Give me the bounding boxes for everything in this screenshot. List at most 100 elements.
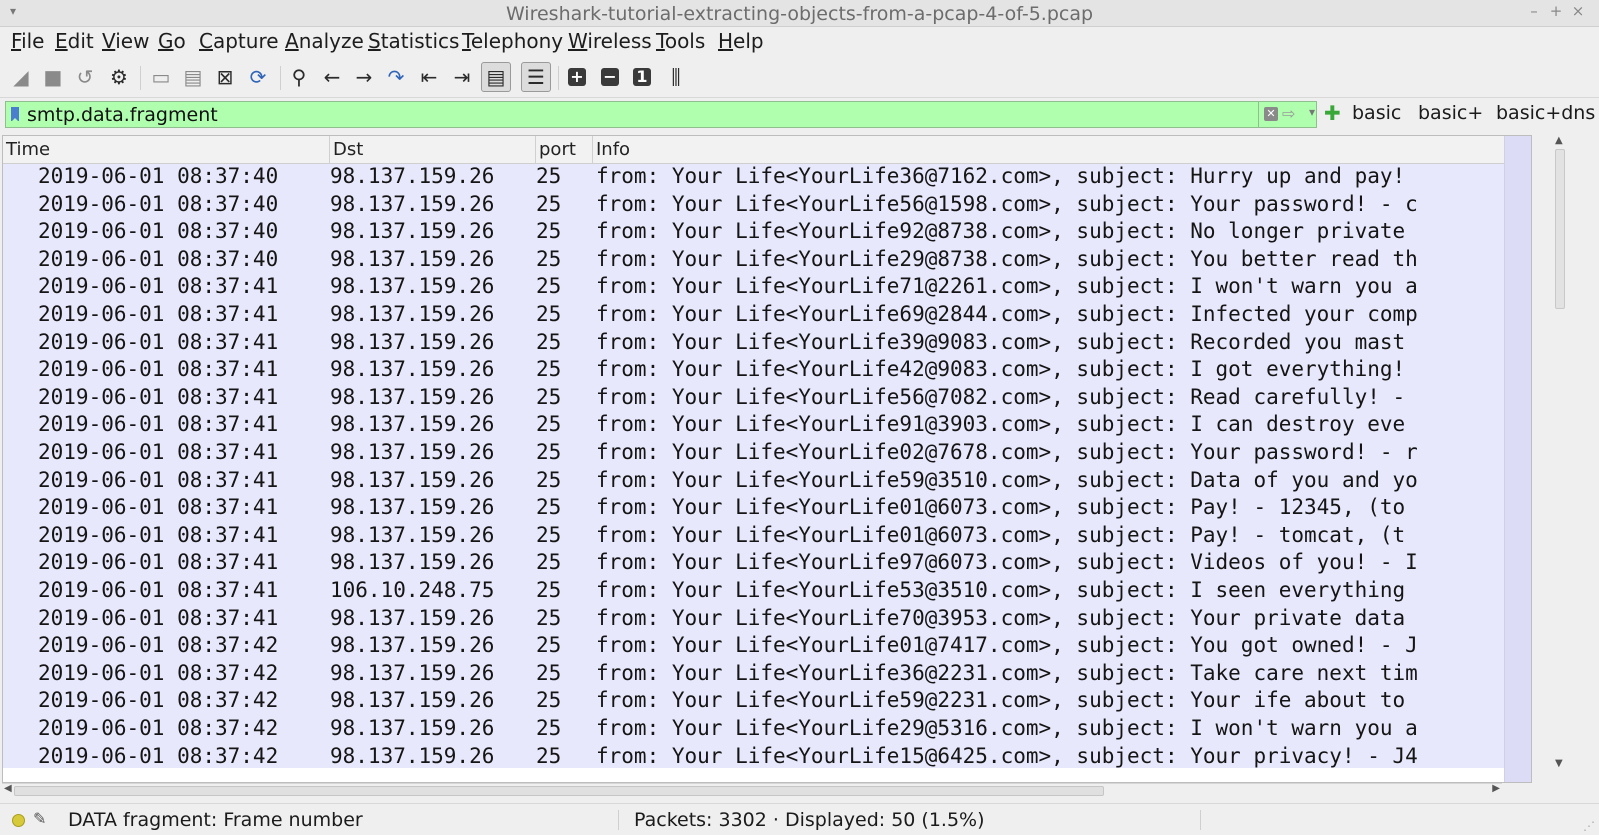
normal-size-icon[interactable]: 1 <box>627 62 657 92</box>
table-row[interactable]: 2019-06-01 08:37:40 98.137.159.26 25 from: … <box>3 190 1531 219</box>
auto-scroll-icon[interactable]: ▤ <box>481 62 511 92</box>
menu-statistics[interactable]: Statistics <box>368 29 459 53</box>
table-row[interactable]: 2019-06-01 08:37:41 98.137.159.26 25 from: … <box>3 549 1531 577</box>
go-back-icon[interactable]: ← <box>317 62 347 92</box>
table-row[interactable]: 2019-06-01 08:37:42 98.137.159.26 25 from: … <box>3 659 1531 688</box>
scroll-right-icon[interactable]: ▶ <box>1492 783 1500 794</box>
cell-dst: 98.137.159.26 <box>330 191 495 216</box>
resize-grip-icon[interactable]: ⋰ <box>1583 819 1595 833</box>
scroll-left-icon[interactable]: ◀ <box>4 783 12 794</box>
stop-capture-icon[interactable]: ■ <box>38 62 68 92</box>
vertical-scroll-thumb[interactable] <box>1555 149 1565 309</box>
close-file-icon[interactable]: ⊠ <box>210 62 240 92</box>
bookmark-icon[interactable] <box>11 107 19 122</box>
cell-dst: 98.137.159.26 <box>330 467 495 492</box>
menu-wireless[interactable]: Wireless <box>568 29 652 53</box>
table-row[interactable]: 2019-06-01 08:37:41 98.137.159.26 25 from: … <box>3 328 1531 357</box>
table-row[interactable]: 2019-06-01 08:37:42 98.137.159.26 25 from: … <box>3 715 1531 743</box>
menu-view[interactable]: View <box>102 29 149 53</box>
cell-info: from: Your Life<YourLife97@6073.com>, su… <box>596 550 1418 575</box>
first-packet-icon[interactable]: ⇤ <box>414 62 444 92</box>
cell-dst: 98.137.159.26 <box>330 384 495 409</box>
menu-help[interactable]: Help <box>718 29 764 53</box>
column-header-dst[interactable]: Dst <box>330 136 536 164</box>
table-row[interactable]: 2019-06-01 08:37:41 98.137.159.26 25 from: … <box>3 466 1531 495</box>
table-row[interactable]: 2019-06-01 08:37:41 98.137.159.26 25 from: … <box>3 604 1531 633</box>
cell-port: 25 <box>536 605 562 630</box>
filter-button-basic-plus[interactable]: basic+ <box>1418 102 1483 124</box>
cell-port: 25 <box>536 578 562 602</box>
expert-info-led-icon[interactable] <box>12 814 25 827</box>
cell-port: 25 <box>536 412 562 437</box>
menu-telephony[interactable]: Telephony <box>462 29 563 53</box>
cell-info: from: Your Life<YourLife69@2844.com>, su… <box>596 302 1418 326</box>
close-icon[interactable]: × <box>1567 2 1589 20</box>
clear-filter-icon[interactable]: ✕ <box>1264 107 1278 121</box>
cell-time: 2019-06-01 08:37:42 <box>38 660 279 685</box>
menu-file[interactable]: File <box>11 29 44 53</box>
restart-capture-icon[interactable]: ↺ <box>70 62 100 92</box>
scroll-down-icon[interactable]: ▼ <box>1555 758 1563 769</box>
colorize-icon[interactable]: ☰ <box>521 62 551 92</box>
cell-port: 25 <box>536 219 562 244</box>
horizontal-scroll-thumb[interactable] <box>14 786 1104 796</box>
display-filter-input[interactable] <box>27 102 1257 127</box>
cell-time: 2019-06-01 08:37:41 <box>38 302 279 326</box>
scroll-up-icon[interactable]: ▲ <box>1555 135 1563 146</box>
table-row[interactable]: 2019-06-01 08:37:40 98.137.159.26 25 from: … <box>3 245 1531 274</box>
menu-tools[interactable]: Tools <box>656 29 705 53</box>
table-row[interactable]: 2019-06-01 08:37:42 98.137.159.26 25 from: … <box>3 687 1531 715</box>
filter-button-basic-plus-dns[interactable]: basic+dns <box>1496 102 1595 124</box>
column-header-time[interactable]: Time <box>3 136 330 164</box>
reload-file-icon[interactable]: ⟳ <box>243 62 273 92</box>
menu-analyze[interactable]: Analyze <box>285 29 364 53</box>
filter-history-chevron-icon[interactable]: ▾ <box>1309 105 1315 119</box>
window-controls: – + × <box>1523 2 1589 20</box>
apply-filter-icon[interactable]: ⇨ <box>1282 105 1308 123</box>
horizontal-scrollbar[interactable]: ◀ ▶ <box>2 783 1502 797</box>
add-filter-button-icon[interactable]: ✚ <box>1324 101 1341 125</box>
go-to-packet-icon[interactable]: ↷ <box>381 62 411 92</box>
cell-port: 25 <box>536 633 562 658</box>
table-row[interactable]: 2019-06-01 08:37:41 98.137.159.26 25 from: … <box>3 411 1531 439</box>
last-packet-icon[interactable]: ⇥ <box>447 62 477 92</box>
filter-button-basic[interactable]: basic <box>1352 102 1401 124</box>
find-packet-icon[interactable]: ⚲ <box>284 62 314 92</box>
capture-comment-icon[interactable]: ✎ <box>33 809 46 828</box>
maximize-icon[interactable]: + <box>1545 2 1567 20</box>
zoom-in-icon[interactable]: + <box>562 62 592 92</box>
table-row[interactable]: 2019-06-01 08:37:41 98.137.159.26 25 from: … <box>3 494 1531 522</box>
table-row[interactable]: 2019-06-01 08:37:41 106.10.248.75 25 from: … <box>3 577 1531 605</box>
resize-columns-icon[interactable]: ⫼ <box>661 62 691 92</box>
zoom-out-icon[interactable]: − <box>595 62 625 92</box>
menu-capture[interactable]: Capture <box>199 29 279 53</box>
cell-port: 25 <box>536 246 562 271</box>
table-row[interactable]: 2019-06-01 08:37:41 98.137.159.26 25 from: … <box>3 273 1531 301</box>
column-header-info[interactable]: Info <box>593 136 1504 164</box>
vertical-scrollbar[interactable]: ▲ ▼ <box>1553 135 1567 769</box>
table-row[interactable]: 2019-06-01 08:37:40 98.137.159.26 25 from: … <box>3 164 1531 191</box>
packet-list-minimap[interactable] <box>1504 136 1531 782</box>
menu-go[interactable]: Go <box>158 29 186 53</box>
capture-options-icon[interactable]: ⚙ <box>104 62 134 92</box>
table-row[interactable]: 2019-06-01 08:37:42 98.137.159.26 25 from: … <box>3 632 1531 660</box>
go-forward-icon[interactable]: → <box>349 62 379 92</box>
cell-info: from: Your Life<YourLife42@9083.com>, su… <box>596 357 1406 382</box>
open-file-icon[interactable]: ▭ <box>146 62 176 92</box>
cell-info: from: Your Life<YourLife36@7162.com>, su… <box>596 164 1406 188</box>
table-row[interactable]: 2019-06-01 08:37:41 98.137.159.26 25 from: … <box>3 301 1531 329</box>
shark-fin-start-icon[interactable]: ◢ <box>6 62 36 92</box>
table-row[interactable]: 2019-06-01 08:37:41 98.137.159.26 25 from: … <box>3 521 1531 550</box>
menu-edit[interactable]: Edit <box>55 29 94 53</box>
table-row[interactable]: 2019-06-01 08:37:42 98.137.159.26 25 from: … <box>3 742 1531 768</box>
column-header-port[interactable]: port <box>536 136 593 164</box>
save-file-icon[interactable]: ▤ <box>178 62 208 92</box>
table-row[interactable]: 2019-06-01 08:37:41 98.137.159.26 25 from: … <box>3 383 1531 412</box>
cell-dst: 98.137.159.26 <box>330 743 495 768</box>
table-row[interactable]: 2019-06-01 08:37:40 98.137.159.26 25 from: … <box>3 218 1531 246</box>
table-row[interactable]: 2019-06-01 08:37:41 98.137.159.26 25 from: … <box>3 439 1531 467</box>
display-filter-bar: ✕ ⇨ ▾ ✚ basic basic+ basic+dns <box>0 98 1599 131</box>
table-row[interactable]: 2019-06-01 08:37:41 98.137.159.26 25 from: … <box>3 356 1531 384</box>
cell-dst: 98.137.159.26 <box>330 605 495 630</box>
minimize-icon[interactable]: – <box>1523 2 1545 20</box>
